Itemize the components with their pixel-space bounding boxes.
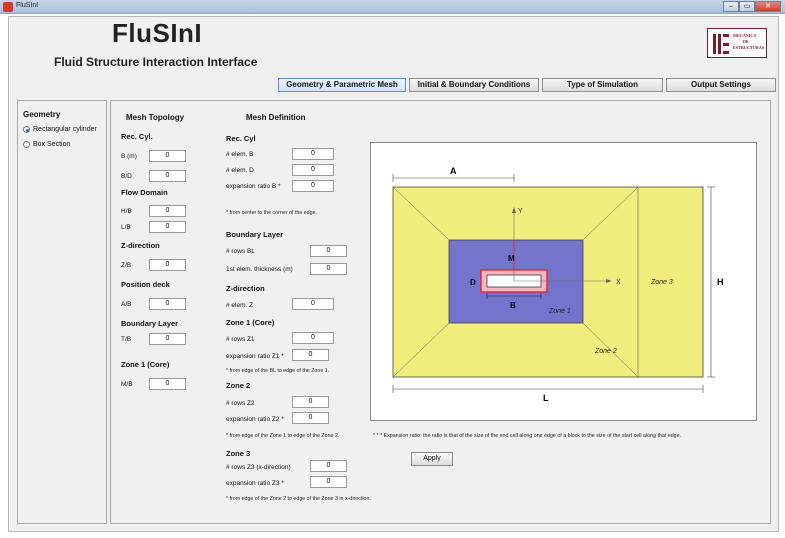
note-z1: * from edge of the BL to edge of the Zon… [226,368,330,374]
rows-bl-input[interactable]: 0 [310,245,347,257]
dim-m-label: M [508,254,515,263]
rows-z1-label: # rows Z1 [226,336,255,343]
z-direction-heading: Z-direction [121,241,160,250]
app-subtitle: Fluid Structure Interaction Interface [54,55,258,69]
zone2-heading: Zone 2 [226,381,251,390]
flow-domain-heading: Flow Domain [121,188,168,197]
dim-l-label: L [543,393,549,403]
mb-label: M/B [121,381,133,388]
first-elem-input[interactable]: 0 [310,263,347,275]
apply-button[interactable]: Apply [411,452,453,466]
lb-label: L/B [121,224,131,231]
tb-input[interactable]: 0 [149,333,186,345]
close-button[interactable]: ✕ [755,1,781,12]
md-rec-cyl-heading: Rec. Cyl [226,134,256,143]
elem-b-input[interactable]: 0 [292,148,334,160]
mesh-definition-title: Mesh Definition [246,113,306,122]
rows-z3-input[interactable]: 0 [310,460,347,472]
elem-b-label: # elem. B [226,151,254,158]
y-axis-label: Y [518,208,523,215]
exp-b-label: expansion ratio B * [226,183,281,190]
rows-bl-label: # rows BL [226,248,255,255]
window-controls: – ▭ ✕ [723,1,781,12]
dim-d-label: D [470,278,476,287]
radio-unselected-icon[interactable] [23,141,30,148]
expansion-ratio-note: * * * Expansion ratio: the ratio is that… [373,433,682,439]
ab-input[interactable]: 0 [149,298,186,310]
zone1-heading: Zone 1 (Core) [226,318,275,327]
bd-input[interactable]: 0 [149,170,186,182]
first-elem-label: 1st elem. thickness (m) [226,266,293,273]
app-icon [3,2,13,12]
bd-label: B/D [121,173,132,180]
hb-label: H/B [121,208,132,215]
zone1-label: Zone 1 [548,308,571,315]
ab-label: A/B [121,301,132,308]
rows-z2-label: # rows Z2 [226,400,255,407]
exp-b-input[interactable]: 0 [292,180,334,192]
tab-output-settings[interactable]: Output Settings [666,78,776,92]
tab-initial-boundary[interactable]: Initial & Boundary Conditions [409,78,539,92]
radio-label: Box Section [33,141,71,148]
zone3-label: Zone 3 [650,279,673,286]
window-titlebar: FluSInI – ▭ ✕ [0,0,785,14]
note-z3: * from edge of the Zone 2 to edge of the… [226,496,371,502]
mb-input[interactable]: 0 [149,378,186,390]
lb-input[interactable]: 0 [149,221,186,233]
x-axis-label: X [616,279,621,286]
tab-type-of-simulation[interactable]: Type of Simulation [542,78,663,92]
tab-geometry-mesh[interactable]: Geometry & Parametric Mesh [278,78,406,92]
position-deck-heading: Position deck [121,280,170,289]
elem-d-label: # elem. D [226,167,254,174]
note-z2: * from edge of the Zone 1 to edge of the… [226,433,340,439]
exp-z3-input[interactable]: 0 [310,476,347,488]
b-label: B (m) [121,153,137,160]
rec-cyl-heading: Rec. Cyl. [121,132,153,141]
md-z-direction-heading: Z-direction [226,284,265,293]
elem-d-input[interactable]: 0 [292,164,334,176]
tb-label: T/B [121,336,132,343]
dim-b-label: B [510,301,516,310]
domain-diagram-svg: A H L M D B X Y Zone 1 Zone 2 Zone 3 [392,166,724,403]
radio-selected-icon[interactable] [23,126,30,133]
rows-z2-input[interactable]: 0 [292,396,329,408]
domain-diagram: A H L M D B X Y Zone 1 Zone 2 Zone 3 [370,142,757,421]
logo-mark-icon [713,34,729,54]
geometry-title: Geometry [23,110,61,119]
zb-input[interactable]: 0 [149,259,186,271]
radio-label: Rectangular cylinder [33,126,97,133]
exp-z1-input[interactable]: 0 [292,349,329,361]
zb-label: Z/B [121,262,132,269]
rows-z1-input[interactable]: 0 [292,332,334,344]
rows-z3-label: # rows Z3 (x-direction) [226,464,291,471]
exp-z1-label: expansion ratio Z1 * [226,353,284,360]
logo-text: MECÁNICA DE ESTRUCTURAS [733,33,765,50]
window-title: FluSInI [16,2,39,9]
maximize-button[interactable]: ▭ [739,1,755,12]
zone2-label: Zone 2 [594,348,617,355]
tab-bar: Geometry & Parametric Mesh Initial & Bou… [278,78,779,92]
md-boundary-layer-heading: Boundary Layer [226,230,284,239]
note-b: * from center to the corner of the edge. [226,210,317,216]
hb-input[interactable]: 0 [149,205,186,217]
radio-box-section[interactable]: Box Section [23,141,70,148]
geometry-panel [17,100,107,524]
radio-rectangular-cylinder[interactable]: Rectangular cylinder [23,126,97,133]
exp-z3-label: expansion ratio Z3 * [226,480,284,487]
b-input[interactable]: 0 [149,150,186,162]
zone3-heading: Zone 3 [226,449,251,458]
app-title: FluSInI [112,18,203,48]
elem-z-input[interactable]: 0 [292,298,334,310]
exp-z2-input[interactable]: 0 [292,412,329,424]
mesh-topology-title: Mesh Topology [126,113,185,122]
mecanica-estructuras-logo: MECÁNICA DE ESTRUCTURAS [707,28,767,58]
zone1-core-heading: Zone 1 (Core) [121,360,170,369]
boundary-layer-heading: Boundary Layer [121,319,179,328]
dim-h-label: H [717,277,724,287]
exp-z2-label: expansion ratio Z2 * [226,416,284,423]
elem-z-label: # elem. Z [226,302,254,309]
minimize-button[interactable]: – [723,1,739,12]
dim-a-label: A [450,166,457,176]
